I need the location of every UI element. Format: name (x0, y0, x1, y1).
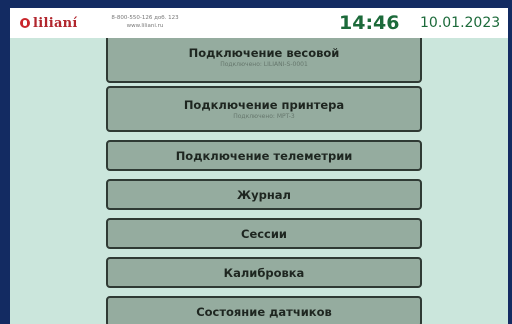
website-url: www.liliani.ru (126, 23, 164, 29)
contact-info: 8-800-550-126 доб. 123 www.liliani.ru (104, 14, 186, 30)
weight-connection-button[interactable]: Подключение весовой Подключено: LILIANI-… (106, 31, 422, 83)
printer-connection-button[interactable]: Подключение принтера Подключено: MPT-3 (106, 86, 422, 132)
menu-item-status: Подключено: MPT-3 (233, 112, 295, 120)
brand-logo: lilianí (20, 14, 78, 32)
menu-item-label: Подключение весовой (188, 45, 340, 60)
sensor-status-button[interactable]: Состояние датчиков (106, 296, 422, 324)
telemetry-connection-button[interactable]: Подключение телеметрии (106, 140, 422, 171)
menu-item-label: Состояние датчиков (196, 304, 332, 319)
journal-button[interactable]: Журнал (106, 179, 422, 210)
menu-item-label: Сессии (241, 226, 287, 241)
menu-item-label: Журнал (237, 187, 291, 202)
menu-item-label: Подключение телеметрии (175, 148, 353, 163)
clock: 14:46 (339, 12, 400, 34)
phone-number: 8-800-550-126 доб. 123 (111, 15, 179, 21)
calibration-button[interactable]: Калибровка (106, 257, 422, 288)
logo-text: lilianí (33, 15, 78, 31)
device-screen: Подключение весовой Подключено: LILIANI-… (10, 8, 508, 324)
header-bar: lilianí 8-800-550-126 доб. 123 www.lilia… (10, 8, 508, 38)
menu-item-label: Подключение принтера (183, 97, 345, 112)
sessions-button[interactable]: Сессии (106, 218, 422, 249)
date: 10.01.2023 (420, 15, 501, 31)
menu-item-label: Калибровка (223, 265, 305, 280)
menu-item-status: Подключено: LILIANI-S-0001 (220, 60, 308, 68)
logo-icon (20, 18, 30, 28)
